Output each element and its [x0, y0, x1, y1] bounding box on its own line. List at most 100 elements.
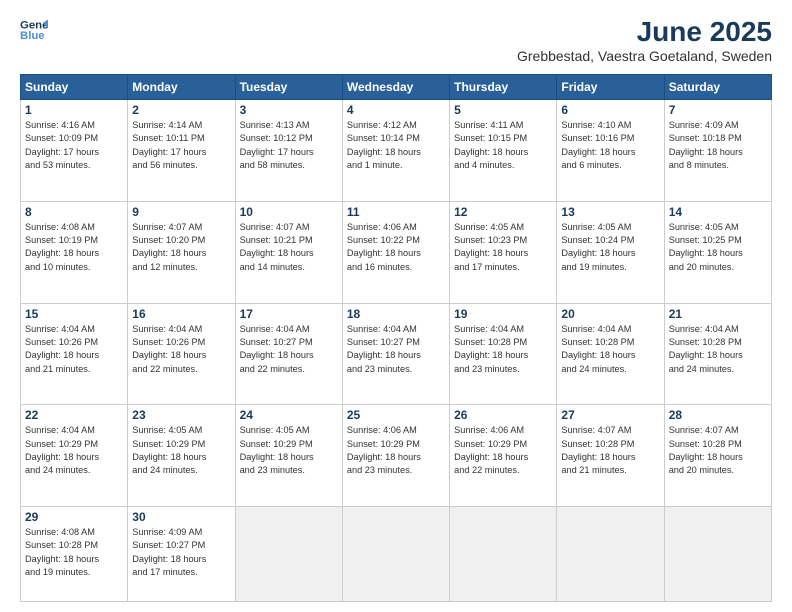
table-row: 17Sunrise: 4:04 AMSunset: 10:27 PMDaylig… [235, 303, 342, 405]
day-info: Sunrise: 4:16 AMSunset: 10:09 PMDaylight… [25, 119, 123, 172]
day-number: 13 [561, 205, 659, 219]
day-number: 3 [240, 103, 338, 117]
col-saturday: Saturday [664, 75, 771, 100]
day-number: 15 [25, 307, 123, 321]
day-number: 27 [561, 408, 659, 422]
day-info: Sunrise: 4:07 AMSunset: 10:28 PMDaylight… [669, 424, 767, 477]
table-row: 27Sunrise: 4:07 AMSunset: 10:28 PMDaylig… [557, 405, 664, 507]
day-number: 10 [240, 205, 338, 219]
day-info: Sunrise: 4:06 AMSunset: 10:29 PMDaylight… [454, 424, 552, 477]
table-row [450, 507, 557, 602]
day-info: Sunrise: 4:13 AMSunset: 10:12 PMDaylight… [240, 119, 338, 172]
day-info: Sunrise: 4:07 AMSunset: 10:20 PMDaylight… [132, 221, 230, 274]
day-info: Sunrise: 4:08 AMSunset: 10:28 PMDaylight… [25, 526, 123, 579]
col-tuesday: Tuesday [235, 75, 342, 100]
day-info: Sunrise: 4:04 AMSunset: 10:28 PMDaylight… [454, 323, 552, 376]
logo: General Blue [20, 16, 48, 44]
day-info: Sunrise: 4:07 AMSunset: 10:21 PMDaylight… [240, 221, 338, 274]
col-sunday: Sunday [21, 75, 128, 100]
col-monday: Monday [128, 75, 235, 100]
table-row: 5 Sunrise: 4:11 AMSunset: 10:15 PMDayligh… [450, 100, 557, 202]
col-friday: Friday [557, 75, 664, 100]
table-row: 20 Sunrise: 4:04 AMSunset: 10:28 PMDaylig… [557, 303, 664, 405]
day-number: 17 [240, 307, 338, 321]
day-info: Sunrise: 4:11 AMSunset: 10:15 PMDaylight… [454, 119, 552, 172]
day-info: Sunrise: 4:05 AMSunset: 10:29 PMDaylight… [240, 424, 338, 477]
calendar-subtitle: Grebbestad, Vaestra Goetaland, Sweden [517, 48, 772, 64]
day-info: Sunrise: 4:04 AMSunset: 10:27 PMDaylight… [347, 323, 445, 376]
day-number: 12 [454, 205, 552, 219]
day-number: 8 [25, 205, 123, 219]
day-info: Sunrise: 4:10 AMSunset: 10:16 PMDaylight… [561, 119, 659, 172]
day-info: Sunrise: 4:06 AMSunset: 10:29 PMDaylight… [347, 424, 445, 477]
calendar-body: 1 Sunrise: 4:16 AMSunset: 10:09 PMDayligh… [21, 100, 772, 602]
table-row [342, 507, 449, 602]
header: General Blue June 2025 Grebbestad, Vaest… [20, 16, 772, 64]
day-number: 1 [25, 103, 123, 117]
day-number: 14 [669, 205, 767, 219]
table-row [557, 507, 664, 602]
table-row: 25 Sunrise: 4:06 AMSunset: 10:29 PMDaylig… [342, 405, 449, 507]
day-info: Sunrise: 4:05 AMSunset: 10:23 PMDaylight… [454, 221, 552, 274]
table-row: 22Sunrise: 4:04 AMSunset: 10:29 PMDaylig… [21, 405, 128, 507]
day-number: 23 [132, 408, 230, 422]
table-row: 29 Sunrise: 4:08 AMSunset: 10:28 PMDaylig… [21, 507, 128, 602]
day-number: 28 [669, 408, 767, 422]
day-info: Sunrise: 4:04 AMSunset: 10:28 PMDaylight… [561, 323, 659, 376]
table-row: 2 Sunrise: 4:14 AMSunset: 10:11 PMDayligh… [128, 100, 235, 202]
day-number: 29 [25, 510, 123, 524]
table-row: 12 Sunrise: 4:05 AMSunset: 10:23 PMDaylig… [450, 201, 557, 303]
col-wednesday: Wednesday [342, 75, 449, 100]
table-row: 10 Sunrise: 4:07 AMSunset: 10:21 PMDaylig… [235, 201, 342, 303]
table-row: 28 Sunrise: 4:07 AMSunset: 10:28 PMDaylig… [664, 405, 771, 507]
day-info: Sunrise: 4:05 AMSunset: 10:24 PMDaylight… [561, 221, 659, 274]
table-row: 7 Sunrise: 4:09 AMSunset: 10:18 PMDayligh… [664, 100, 771, 202]
day-info: Sunrise: 4:04 AMSunset: 10:26 PMDaylight… [25, 323, 123, 376]
day-info: Sunrise: 4:14 AMSunset: 10:11 PMDaylight… [132, 119, 230, 172]
day-number: 25 [347, 408, 445, 422]
table-row: 6 Sunrise: 4:10 AMSunset: 10:16 PMDayligh… [557, 100, 664, 202]
table-row: 8Sunrise: 4:08 AMSunset: 10:19 PMDayligh… [21, 201, 128, 303]
table-row: 1 Sunrise: 4:16 AMSunset: 10:09 PMDayligh… [21, 100, 128, 202]
table-row: 9 Sunrise: 4:07 AMSunset: 10:20 PMDayligh… [128, 201, 235, 303]
day-number: 6 [561, 103, 659, 117]
logo-icon: General Blue [20, 16, 48, 44]
day-number: 7 [669, 103, 767, 117]
day-number: 9 [132, 205, 230, 219]
day-info: Sunrise: 4:12 AMSunset: 10:14 PMDaylight… [347, 119, 445, 172]
day-number: 21 [669, 307, 767, 321]
table-row: 24Sunrise: 4:05 AMSunset: 10:29 PMDaylig… [235, 405, 342, 507]
table-row: 18 Sunrise: 4:04 AMSunset: 10:27 PMDaylig… [342, 303, 449, 405]
table-row: 30Sunrise: 4:09 AMSunset: 10:27 PMDaylig… [128, 507, 235, 602]
table-row: 21Sunrise: 4:04 AMSunset: 10:28 PMDaylig… [664, 303, 771, 405]
day-number: 16 [132, 307, 230, 321]
table-row: 26Sunrise: 4:06 AMSunset: 10:29 PMDaylig… [450, 405, 557, 507]
page: General Blue June 2025 Grebbestad, Vaest… [0, 0, 792, 612]
table-row: 16Sunrise: 4:04 AMSunset: 10:26 PMDaylig… [128, 303, 235, 405]
table-row: 4 Sunrise: 4:12 AMSunset: 10:14 PMDayligh… [342, 100, 449, 202]
day-number: 2 [132, 103, 230, 117]
table-row: 23 Sunrise: 4:05 AMSunset: 10:29 PMDaylig… [128, 405, 235, 507]
day-info: Sunrise: 4:05 AMSunset: 10:29 PMDaylight… [132, 424, 230, 477]
calendar-header-row: Sunday Monday Tuesday Wednesday Thursday… [21, 75, 772, 100]
col-thursday: Thursday [450, 75, 557, 100]
day-number: 5 [454, 103, 552, 117]
table-row [235, 507, 342, 602]
day-number: 22 [25, 408, 123, 422]
day-number: 19 [454, 307, 552, 321]
table-row: 13 Sunrise: 4:05 AMSunset: 10:24 PMDaylig… [557, 201, 664, 303]
table-row: 3 Sunrise: 4:13 AMSunset: 10:12 PMDayligh… [235, 100, 342, 202]
svg-text:Blue: Blue [20, 30, 45, 42]
table-row: 19 Sunrise: 4:04 AMSunset: 10:28 PMDaylig… [450, 303, 557, 405]
table-row: 11Sunrise: 4:06 AMSunset: 10:22 PMDaylig… [342, 201, 449, 303]
table-row [664, 507, 771, 602]
day-info: Sunrise: 4:09 AMSunset: 10:27 PMDaylight… [132, 526, 230, 579]
day-number: 20 [561, 307, 659, 321]
table-row: 14 Sunrise: 4:05 AMSunset: 10:25 PMDaylig… [664, 201, 771, 303]
day-info: Sunrise: 4:05 AMSunset: 10:25 PMDaylight… [669, 221, 767, 274]
day-info: Sunrise: 4:09 AMSunset: 10:18 PMDaylight… [669, 119, 767, 172]
title-block: June 2025 Grebbestad, Vaestra Goetaland,… [517, 16, 772, 64]
day-number: 4 [347, 103, 445, 117]
day-number: 18 [347, 307, 445, 321]
calendar-table: Sunday Monday Tuesday Wednesday Thursday… [20, 74, 772, 602]
